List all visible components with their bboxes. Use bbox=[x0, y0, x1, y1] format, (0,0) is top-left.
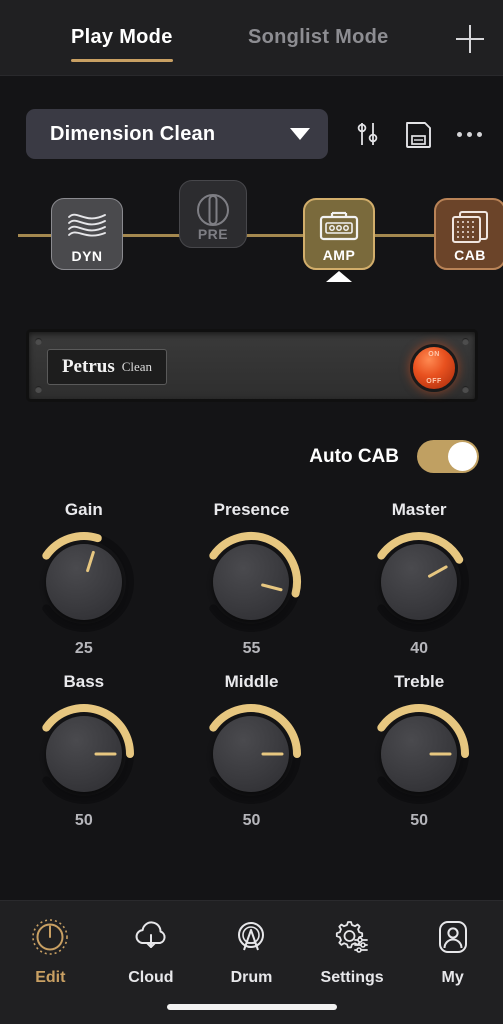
save-icon[interactable] bbox=[402, 118, 434, 150]
knob-dial[interactable] bbox=[28, 698, 140, 810]
nav-item-settings-label: Settings bbox=[320, 969, 384, 986]
chain-block-amp[interactable]: AMP bbox=[303, 198, 375, 270]
knob-control: Master 40 bbox=[344, 500, 494, 658]
nav-item-my[interactable]: My bbox=[402, 917, 503, 987]
app-header: Play Mode Songlist Mode bbox=[0, 0, 503, 76]
knob-value: 55 bbox=[242, 640, 261, 657]
knob-dial[interactable] bbox=[28, 526, 140, 638]
tab-play-mode-label: Play Mode bbox=[71, 26, 173, 48]
auto-cab-toggle[interactable] bbox=[417, 440, 479, 473]
knob-dial[interactable] bbox=[195, 698, 307, 810]
nav-item-edit-label: Edit bbox=[35, 969, 66, 986]
knob-label: Bass bbox=[63, 672, 105, 691]
knob-label: Master bbox=[391, 500, 447, 519]
power-lamp-off-label: OFF bbox=[426, 378, 442, 385]
gear-sliders-icon bbox=[332, 917, 372, 962]
knob-control: Bass 50 bbox=[9, 672, 159, 830]
power-lamp-button[interactable]: ON OFF bbox=[410, 344, 458, 392]
nav-item-drum[interactable]: Drum bbox=[201, 917, 302, 987]
knob-dial[interactable] bbox=[363, 526, 475, 638]
knob-row: Bass 50 Middle 50 Treble 50 bbox=[0, 672, 503, 830]
knob-row: Gain 25 Presence 55 Master 40 bbox=[0, 500, 503, 658]
knob-value: 50 bbox=[410, 812, 429, 829]
knob-value: 40 bbox=[410, 640, 429, 657]
knob-control: Middle 50 bbox=[176, 672, 326, 830]
active-tab-underline bbox=[71, 59, 173, 62]
nav-item-edit[interactable]: Edit bbox=[0, 917, 101, 987]
nav-item-cloud-label: Cloud bbox=[128, 969, 174, 986]
panel-screw bbox=[35, 338, 42, 345]
more-dot bbox=[466, 131, 472, 137]
nav-item-my-label: My bbox=[441, 969, 464, 986]
drum-icon bbox=[231, 917, 271, 962]
knob-value: 50 bbox=[74, 812, 93, 829]
more-icon[interactable] bbox=[452, 119, 486, 149]
waveform-icon bbox=[52, 208, 122, 240]
knob-dial[interactable] bbox=[363, 698, 475, 810]
caret-up-icon bbox=[326, 271, 352, 282]
chain-block-dyn-label: DYN bbox=[71, 248, 103, 264]
knob-label: Presence bbox=[213, 500, 290, 519]
chain-block-cab[interactable]: CAB bbox=[434, 198, 503, 270]
power-lamp-on-label: ON bbox=[428, 351, 440, 358]
panel-screw bbox=[35, 386, 42, 393]
knob-label: Middle bbox=[224, 672, 279, 691]
user-icon bbox=[433, 917, 473, 962]
amp-nameplate: Petrus Clean bbox=[47, 349, 167, 385]
knob-grid: Gain 25 Presence 55 Master 40 Bass 50 Mi… bbox=[0, 500, 503, 844]
tab-songlist-mode-label: Songlist Mode bbox=[248, 26, 389, 48]
tab-play-mode[interactable]: Play Mode bbox=[71, 26, 173, 62]
knob-value: 25 bbox=[74, 640, 93, 657]
sliders-icon[interactable] bbox=[350, 117, 384, 151]
knob-label: Gain bbox=[64, 500, 103, 519]
toggle-knob bbox=[448, 442, 477, 471]
chain-block-cab-label: CAB bbox=[454, 247, 486, 263]
chain-block-pre[interactable]: PRE bbox=[179, 180, 247, 248]
knob-control: Gain 25 bbox=[9, 500, 159, 658]
knob-icon bbox=[180, 190, 246, 230]
preset-selector[interactable]: Dimension Clean bbox=[26, 109, 328, 159]
nav-item-drum-label: Drum bbox=[230, 969, 273, 986]
knob-control: Presence 55 bbox=[176, 500, 326, 658]
chevron-down-icon bbox=[290, 128, 310, 140]
home-indicator bbox=[166, 1004, 337, 1010]
preset-toolbar: Dimension Clean bbox=[0, 108, 503, 160]
nav-item-cloud[interactable]: Cloud bbox=[101, 917, 202, 987]
amp-brand-label: Petrus bbox=[61, 356, 115, 377]
speaker-cabinet-icon bbox=[436, 209, 503, 245]
chain-block-dyn[interactable]: DYN bbox=[51, 198, 123, 270]
knob-label: Treble bbox=[394, 672, 445, 691]
signal-chain: DYN PRE AMP CAB bbox=[0, 176, 503, 288]
auto-cab-label: Auto CAB bbox=[309, 445, 399, 467]
auto-cab-row: Auto CAB bbox=[309, 440, 479, 473]
knob-control: Treble 50 bbox=[344, 672, 494, 830]
amp-head-icon bbox=[305, 209, 373, 243]
more-dot bbox=[476, 131, 482, 137]
knob-icon bbox=[30, 917, 70, 962]
knob-value: 50 bbox=[242, 812, 261, 829]
app-root: Play Mode Songlist Mode Dimension Clean bbox=[0, 0, 503, 1024]
amp-front-panel: Petrus Clean ON OFF bbox=[26, 329, 478, 402]
panel-screw bbox=[462, 386, 469, 393]
plus-icon[interactable] bbox=[453, 22, 487, 56]
knob-dial[interactable] bbox=[195, 526, 307, 638]
nav-item-settings[interactable]: Settings bbox=[302, 917, 403, 987]
panel-screw bbox=[462, 338, 469, 345]
tab-songlist-mode[interactable]: Songlist Mode bbox=[248, 26, 389, 53]
amp-model-label: Clean bbox=[121, 359, 153, 374]
chain-block-amp-label: AMP bbox=[322, 247, 356, 263]
cloud-download-icon bbox=[131, 917, 171, 962]
preset-name-label: Dimension Clean bbox=[50, 122, 216, 145]
more-dot bbox=[456, 131, 462, 137]
